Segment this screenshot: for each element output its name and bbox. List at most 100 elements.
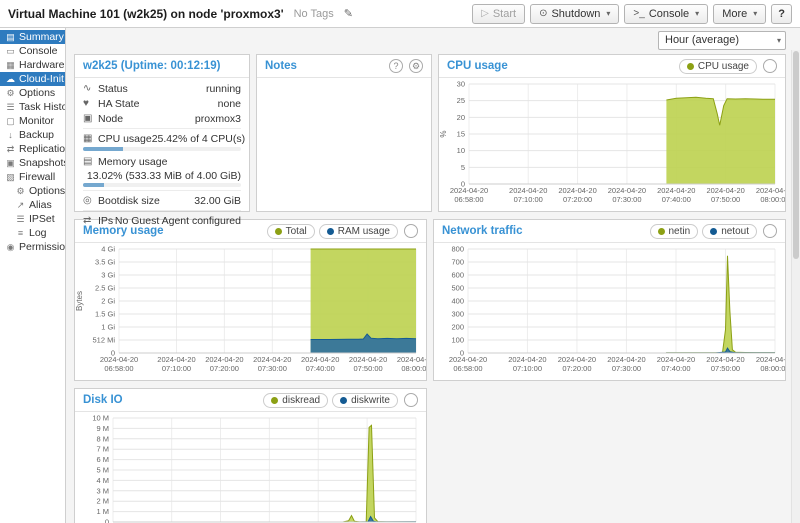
task-history-icon: ☰	[6, 101, 15, 112]
help-circle-icon[interactable]: ?	[389, 59, 403, 73]
console-button-label: Console	[648, 7, 690, 20]
svg-text:2024-04-2007:10:00: 2024-04-20 07:10:00	[157, 355, 195, 373]
firewall-icon: ▧	[6, 171, 15, 182]
ips-value: No Guest Agent configured	[114, 214, 241, 227]
legend-label: Total	[285, 225, 307, 237]
network-icon: ⇄	[83, 215, 92, 226]
sidebar-item-firewall[interactable]: ▧ Firewall	[0, 170, 65, 184]
svg-text:7 M: 7 M	[96, 445, 109, 454]
heart-icon: ♥	[83, 98, 89, 109]
chart-reset-zoom-icon[interactable]	[763, 59, 777, 73]
notes-panel: Notes ? ⚙	[256, 54, 432, 212]
ha-state-row: ♥ HA State none	[75, 96, 249, 111]
legend-item[interactable]: diskread	[263, 392, 329, 408]
svg-text:6 M: 6 M	[96, 455, 109, 464]
permissions-icon: ◉	[6, 241, 15, 252]
server-icon: ▣	[83, 113, 93, 124]
edit-tags-icon[interactable]: ✎	[344, 7, 353, 20]
more-button[interactable]: More ▾	[713, 3, 767, 24]
legend-dot-icon	[271, 396, 279, 404]
legend-label: CPU usage	[697, 60, 749, 72]
sidebar-item-cloud-init[interactable]: ☁ Cloud-Init	[0, 72, 65, 86]
chart-reset-zoom-icon[interactable]	[404, 393, 418, 407]
heartbeat-icon: ∿	[83, 83, 92, 94]
sidebar-item-label: Summary	[19, 31, 64, 43]
notes-title: Notes	[265, 60, 297, 72]
vm-status-panel: w2k25 (Uptime: 00:12:19) ∿ Status runnin…	[74, 54, 250, 227]
cpu-usage-label: CPU usage	[98, 132, 152, 145]
svg-text:2024-04-2007:20:00: 2024-04-20 07:20:00	[558, 186, 596, 204]
sidebar-item-replication[interactable]: ⇄ Replication	[0, 142, 65, 156]
sidebar: ▤ Summary ▭ Console ▦ Hardware ☁ Cloud-Init ⚙ Opt…	[0, 28, 66, 523]
sidebar-item-task-history[interactable]: ☰ Task History	[0, 100, 65, 114]
divider	[83, 210, 241, 211]
svg-text:2024-04-2008:00:00: 2024-04-2008:00:00	[756, 355, 785, 373]
bootdisk-value: 32.00 GiB	[194, 194, 241, 207]
time-range-select[interactable]: Hour (average) ▾	[658, 30, 786, 50]
log-icon: ≡	[17, 228, 24, 238]
legend-dot-icon	[657, 227, 665, 235]
notes-body[interactable]	[257, 78, 431, 211]
sidebar-item-backup[interactable]: ↓ Backup	[0, 128, 65, 142]
disk-io-chart: 01 M2 M3 M4 M5 M6 M7 M8 M9 M10 M2024-04-…	[92, 414, 417, 523]
legend-label: netout	[721, 225, 749, 237]
sidebar-item-ipset[interactable]: ☰ IPSet	[0, 212, 65, 226]
more-button-label: More	[722, 7, 748, 20]
options-icon: ⚙	[6, 87, 15, 98]
legend-item[interactable]: Total	[266, 223, 315, 239]
svg-text:2024-04-2007:30:00: 2024-04-20 07:30:00	[253, 355, 291, 373]
legend-item[interactable]: CPU usage	[678, 58, 757, 74]
sidebar-item-hardware[interactable]: ▦ Hardware	[0, 58, 65, 72]
status-row: ∿ Status running	[75, 81, 249, 96]
memory-usage-chart-panel: Memory usage Total RAM usage 0 512 Mi 1 Gi 1…	[74, 219, 427, 381]
page-title: Virtual Machine 101 (w2k25) on node 'pro…	[8, 6, 284, 21]
svg-text:10: 10	[457, 146, 465, 155]
shutdown-button[interactable]: ⊙ Shutdown ▾	[530, 3, 620, 24]
sidebar-item-log[interactable]: ≡ Log	[0, 226, 65, 240]
sidebar-item-summary[interactable]: ▤ Summary	[0, 30, 65, 44]
start-button[interactable]: ▷ Start	[472, 3, 526, 24]
chevron-down-icon: ▾	[695, 9, 700, 18]
sidebar-item-options[interactable]: ⚙ Options	[0, 86, 65, 100]
vm-status-title: w2k25 (Uptime: 00:12:19)	[83, 60, 221, 72]
sidebar-item-permissions[interactable]: ◉ Permissions	[0, 240, 65, 254]
bootdisk-label: Bootdisk size	[98, 194, 160, 207]
legend-item[interactable]: diskwrite	[332, 392, 398, 408]
legend-item[interactable]: netin	[649, 223, 699, 239]
cpu-chart-title: CPU usage	[447, 60, 508, 72]
svg-text:15: 15	[457, 130, 465, 139]
legend-item[interactable]: RAM usage	[318, 223, 398, 239]
firewall-options-icon: ⚙	[16, 185, 25, 196]
cpu-usage-value: 25.42% of 4 CPU(s)	[151, 132, 246, 145]
chart-reset-zoom-icon[interactable]	[404, 224, 418, 238]
status-label: Status	[98, 82, 128, 95]
chart-reset-zoom-icon[interactable]	[763, 224, 777, 238]
legend-item[interactable]: netout	[702, 223, 757, 239]
svg-text:300: 300	[451, 310, 464, 319]
cloud-init-icon: ☁	[6, 73, 15, 84]
sidebar-item-label: Snapshots	[19, 157, 65, 169]
svg-text:2024-04-2006:58:00: 2024-04-20 06:58:00	[449, 355, 487, 373]
console-button[interactable]: >_ Console ▾	[624, 3, 709, 24]
sidebar-item-label: Options	[19, 87, 56, 99]
sidebar-item-console[interactable]: ▭ Console	[0, 44, 65, 58]
sidebar-item-alias[interactable]: ↗ Alias	[0, 198, 65, 212]
help-button[interactable]: ?	[771, 3, 792, 24]
svg-text:2024-04-2007:30:00: 2024-04-20 07:30:00	[607, 355, 645, 373]
edit-notes-gear-icon[interactable]: ⚙	[409, 59, 423, 73]
sidebar-item-snapshots[interactable]: ▣ Snapshots	[0, 156, 65, 170]
sidebar-item-monitor[interactable]: ▢ Monitor	[0, 114, 65, 128]
svg-text:2024-04-2007:30:00: 2024-04-20 07:30:00	[608, 186, 646, 204]
sidebar-item-options[interactable]: ⚙ Options	[0, 184, 65, 198]
scrollbar-thumb[interactable]	[793, 51, 799, 260]
vertical-scrollbar[interactable]	[791, 50, 800, 523]
svg-text:2024-04-2007:50:00: 2024-04-20 07:50:00	[706, 355, 744, 373]
sidebar-item-label: Firewall	[19, 171, 56, 183]
legend-dot-icon	[686, 62, 694, 70]
svg-text:9 M: 9 M	[96, 424, 109, 433]
node-value: proxmox3	[194, 112, 241, 125]
svg-text:4 Gi: 4 Gi	[101, 245, 115, 254]
memory-icon: ▤	[83, 156, 93, 167]
svg-text:3.5 Gi: 3.5 Gi	[95, 258, 115, 267]
svg-text:25: 25	[457, 96, 465, 105]
